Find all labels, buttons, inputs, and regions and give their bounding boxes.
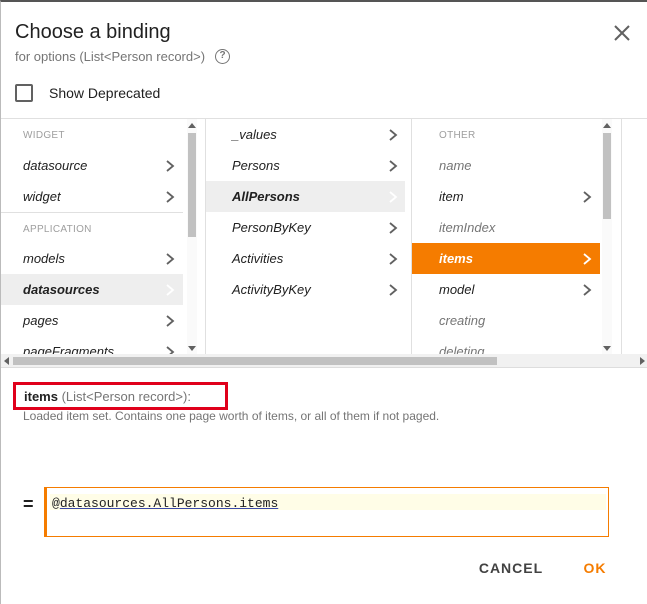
- list-item-pagefragments[interactable]: pageFragments: [1, 336, 183, 354]
- list-item-creating[interactable]: creating: [412, 305, 600, 336]
- show-deprecated-label: Show Deprecated: [49, 85, 161, 101]
- list-item-itemindex[interactable]: itemIndex: [412, 212, 600, 243]
- item-label: _values: [232, 127, 277, 142]
- list-item-activitybykey[interactable]: ActivityByKey: [206, 274, 405, 305]
- column-sources: WIDGET datasource widget APPLICATION mod…: [1, 119, 199, 354]
- binding-type: (List<Person record>):: [61, 389, 191, 404]
- section-header-application: APPLICATION: [1, 212, 183, 243]
- column-next: [621, 119, 647, 354]
- binding-description: Loaded item set. Contains one page worth…: [23, 409, 440, 423]
- list-item-deleting[interactable]: deleting: [412, 336, 600, 354]
- list-item-personbykey[interactable]: PersonByKey: [206, 212, 405, 243]
- columns-horizontal-scrollbar[interactable]: [1, 354, 647, 368]
- binding-columns: WIDGET datasource widget APPLICATION mod…: [1, 118, 647, 354]
- item-label: widget: [23, 189, 61, 204]
- column-properties: OTHER name item itemIndex items model cr…: [411, 119, 615, 354]
- chevron-right-icon: [166, 190, 175, 203]
- item-label: model: [439, 282, 475, 297]
- list-item-widget[interactable]: widget: [1, 181, 183, 212]
- list-item-datasource[interactable]: datasource: [1, 150, 183, 181]
- list-item-model[interactable]: model: [412, 274, 600, 305]
- expression-path: datasources.AllPersons.items: [59, 496, 279, 511]
- item-label: pages: [23, 313, 59, 328]
- subtitle-text: for options (List<Person record>): [15, 49, 206, 64]
- item-label: ActivityByKey: [232, 282, 311, 297]
- column-sources-scrollbar[interactable]: [187, 119, 197, 354]
- chevron-right-icon: [389, 252, 398, 265]
- list-item-values[interactable]: _values: [206, 119, 405, 150]
- scroll-right-icon[interactable]: [640, 357, 645, 365]
- item-label: items: [439, 251, 473, 266]
- item-label: pageFragments: [23, 344, 115, 354]
- list-item-allpersons[interactable]: AllPersons: [206, 181, 405, 212]
- item-label: Persons: [232, 158, 280, 173]
- binding-dialog: Choose a binding for options (List<Perso…: [0, 0, 647, 604]
- item-label: models: [23, 251, 65, 266]
- dialog-subtitle: for options (List<Person record>) ?: [15, 49, 231, 64]
- chevron-right-icon: [389, 128, 398, 141]
- help-circle-icon[interactable]: ?: [215, 49, 231, 64]
- chevron-right-icon: [583, 252, 592, 265]
- dialog-title: Choose a binding: [15, 21, 171, 43]
- binding-name: items: [24, 389, 58, 404]
- section-header-widget: WIDGET: [23, 130, 65, 141]
- item-label: creating: [439, 313, 486, 328]
- list-item-models[interactable]: models: [1, 243, 183, 274]
- binding-expression-editor[interactable]: @datasources.AllPersons.items: [44, 487, 609, 537]
- column-datasources: _values Persons AllPersons PersonByKey A…: [205, 119, 405, 354]
- binding-expression-text[interactable]: @datasources.AllPersons.items: [52, 496, 278, 511]
- close-icon[interactable]: [611, 22, 633, 44]
- chevron-right-icon: [389, 221, 398, 234]
- item-label: Activities: [232, 251, 284, 266]
- show-deprecated-row[interactable]: Show Deprecated: [15, 84, 160, 102]
- ok-button[interactable]: OK: [573, 555, 617, 581]
- chevron-right-icon: [389, 190, 398, 203]
- chevron-right-icon: [166, 314, 175, 327]
- chevron-right-icon: [166, 159, 175, 172]
- item-label: item: [439, 189, 464, 204]
- chevron-right-icon: [166, 283, 175, 296]
- show-deprecated-checkbox[interactable]: [15, 84, 33, 102]
- cancel-button[interactable]: CANCEL: [471, 555, 551, 581]
- chevron-right-icon: [166, 345, 175, 354]
- list-item-items[interactable]: items: [412, 243, 600, 274]
- list-item-item[interactable]: item: [412, 181, 600, 212]
- section-header-other: OTHER: [439, 130, 476, 141]
- scroll-left-icon[interactable]: [4, 357, 9, 365]
- list-item-persons[interactable]: Persons: [206, 150, 405, 181]
- chevron-right-icon: [389, 159, 398, 172]
- item-label: deleting: [439, 344, 485, 354]
- item-label: datasources: [23, 282, 100, 297]
- list-item-activities[interactable]: Activities: [206, 243, 405, 274]
- expression-at: @: [52, 496, 60, 511]
- equals-sign: =: [23, 494, 34, 514]
- chevron-right-icon: [166, 252, 175, 265]
- item-label: name: [439, 158, 472, 173]
- item-label: datasource: [23, 158, 88, 173]
- item-label: AllPersons: [232, 189, 300, 204]
- list-item-datasources[interactable]: datasources: [1, 274, 183, 305]
- item-label: itemIndex: [439, 220, 496, 235]
- column-properties-scrollbar[interactable]: [602, 119, 612, 354]
- chevron-right-icon: [389, 283, 398, 296]
- scroll-thumb[interactable]: [13, 357, 497, 365]
- list-item-name[interactable]: name: [412, 150, 600, 181]
- item-label: PersonByKey: [232, 220, 311, 235]
- chevron-right-icon: [583, 190, 592, 203]
- selected-binding-info: items (List<Person record>):: [13, 382, 228, 410]
- list-item-pages[interactable]: pages: [1, 305, 183, 336]
- chevron-right-icon: [583, 283, 592, 296]
